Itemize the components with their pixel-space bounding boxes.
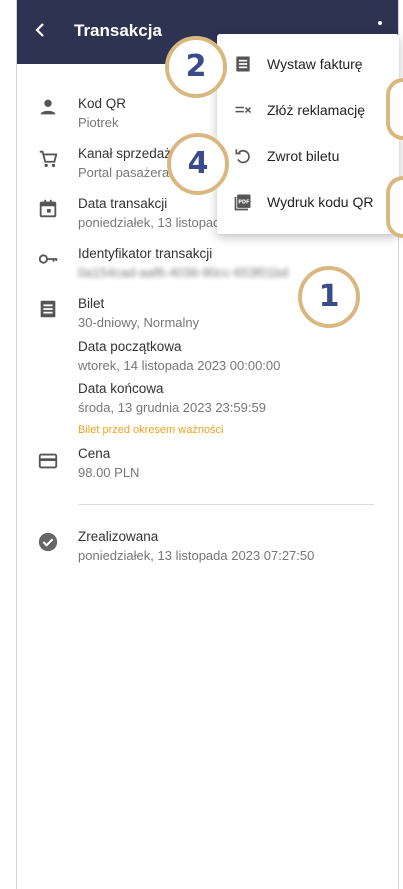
check-circle-icon <box>38 532 58 552</box>
detail-value: 0a154cad-aaf6-4036-90cc-653f01bd <box>78 265 289 280</box>
menu-item-label: Wydruk kodu QR <box>267 194 374 210</box>
status-value: poniedziałek, 13 listopada 2023 07:27:50 <box>78 548 315 563</box>
ticket-end-label: Data końcowa <box>78 381 164 396</box>
cart-icon <box>39 150 58 168</box>
menu-item-label: Wystaw fakturę <box>267 56 363 72</box>
ticket-label: Bilet <box>78 296 105 311</box>
invoice-icon <box>236 56 250 72</box>
ticket-end-value: środa, 13 grudnia 2023 23:59:59 <box>78 400 266 415</box>
detail-label: Data transakcji <box>78 196 168 211</box>
back-button[interactable] <box>29 18 53 42</box>
annotation-badge: 1 <box>298 266 360 328</box>
menu-item-complaint[interactable]: Złóż reklamację <box>217 88 399 132</box>
ticket-value: 30-dniowy, Normalny <box>78 315 200 330</box>
more-vertical-icon <box>378 21 382 25</box>
annotation-badge-clipped <box>386 78 403 140</box>
menu-item-invoice[interactable]: Wystaw fakturę <box>217 42 399 86</box>
menu-item-refund[interactable]: Zwrot biletu <box>217 134 399 178</box>
menu-item-print-qr[interactable]: PDF Wydruk kodu QR <box>217 180 399 224</box>
ticket-start-value: wtorek, 14 listopada 2023 00:00:00 <box>78 358 281 373</box>
annotation-badge: 4 <box>167 133 229 195</box>
overflow-menu: Wystaw fakturę Złóż reklamację Zwrot bil… <box>217 34 399 234</box>
person-icon <box>40 99 56 115</box>
divider <box>78 504 374 505</box>
annotation-badge: 2 <box>165 36 227 98</box>
detail-label: Identyfikator transakcji <box>78 246 213 261</box>
calendar-icon <box>39 199 57 218</box>
menu-item-label: Złóż reklamację <box>267 102 366 118</box>
status-label: Zrealizowana <box>78 529 159 544</box>
pdf-icon: PDF <box>234 194 251 211</box>
price-label: Cena <box>78 446 111 461</box>
complaint-icon <box>235 106 252 114</box>
detail-label: Kod QR <box>78 96 127 111</box>
svg-text:PDF: PDF <box>238 200 249 206</box>
price-value: 98.00 PLN <box>78 465 140 480</box>
detail-value: Portal pasażera <box>78 165 170 180</box>
key-icon <box>38 254 58 264</box>
annotation-badge-clipped <box>386 176 403 238</box>
ticket-start-label: Data początkowa <box>78 339 182 354</box>
menu-item-label: Zwrot biletu <box>267 148 340 164</box>
undo-icon <box>235 149 250 164</box>
detail-value: Piotrek <box>78 115 119 130</box>
ticket-warning: Bilet przed okresem ważności <box>78 424 224 436</box>
chevron-left-icon <box>35 23 44 37</box>
card-icon <box>38 453 58 469</box>
ticket-icon <box>40 300 56 318</box>
page-title: Transakcja <box>74 21 162 40</box>
detail-label: Kanał sprzedaży <box>78 146 178 161</box>
